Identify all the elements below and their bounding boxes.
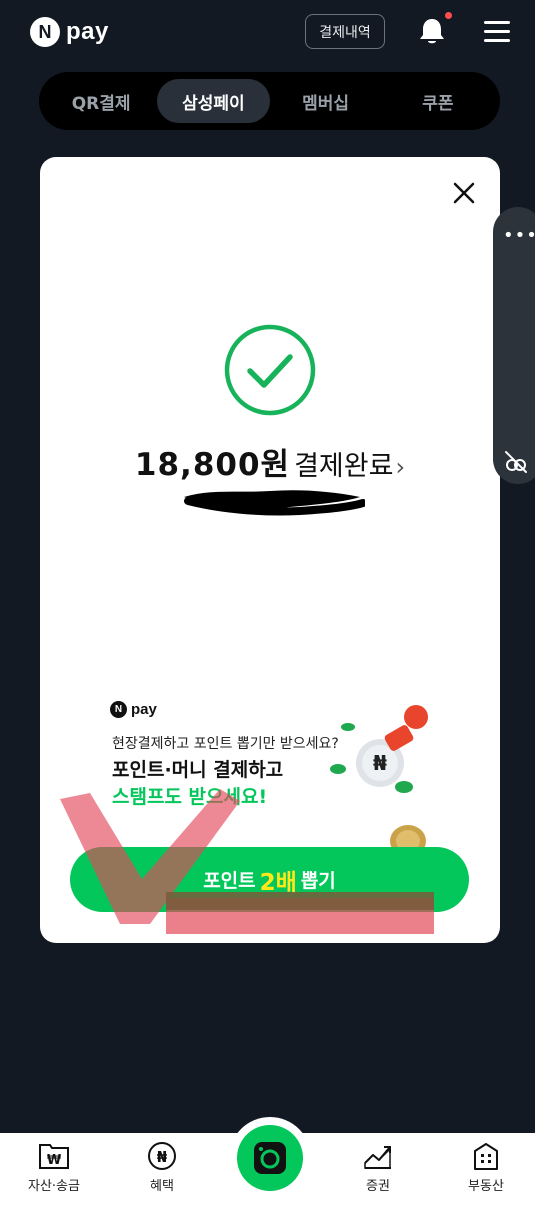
nav-benefits[interactable]: ₦ 혜택 xyxy=(122,1141,202,1194)
nav-label-real-estate: 부동산 xyxy=(468,1179,504,1194)
stock-chart-icon xyxy=(364,1146,391,1169)
check-circle-icon xyxy=(224,324,316,416)
hide-widget-icon[interactable] xyxy=(503,449,529,475)
floating-side-widget[interactable]: ••• xyxy=(493,207,535,484)
logo-n-mark: N xyxy=(30,17,60,47)
stamp-coins-illustration: ₦ xyxy=(330,705,428,857)
payment-amount: 18,800원 xyxy=(134,447,291,483)
tab-coupon[interactable]: 쿠폰 xyxy=(382,79,494,123)
hamburger-menu-icon[interactable] xyxy=(482,19,512,45)
camera-icon xyxy=(254,1142,286,1174)
nav-label-stocks: 증권 xyxy=(366,1179,390,1194)
camera-pay-button[interactable] xyxy=(237,1125,303,1191)
building-icon xyxy=(474,1143,498,1170)
benefit-coin-icon: ₦ xyxy=(148,1142,176,1170)
tab-samsung-pay[interactable]: 삼성페이 xyxy=(157,79,270,123)
payment-history-button[interactable]: 결제내역 xyxy=(305,14,385,49)
payment-tabs: QR결제 삼성페이 멤버십 쿠폰 xyxy=(39,72,500,130)
notification-dot xyxy=(445,12,452,19)
svg-text:₦: ₦ xyxy=(157,1148,168,1166)
nav-label-assets: 자산·송금 xyxy=(28,1179,80,1194)
payment-status: 결제완료 xyxy=(294,451,394,482)
more-dots-icon[interactable]: ••• xyxy=(503,225,535,246)
tab-qr-payment[interactable]: QR결제 xyxy=(45,79,157,123)
bell-icon[interactable] xyxy=(416,15,448,47)
tab-membership[interactable]: 멤버십 xyxy=(270,79,382,123)
logo-text: pay xyxy=(66,18,109,45)
wallet-icon: ₩ xyxy=(39,1144,69,1169)
svg-text:₦: ₦ xyxy=(373,751,387,775)
chevron-right-icon: › xyxy=(395,453,406,481)
nav-assets-transfer[interactable]: ₩ 자산·송금 xyxy=(14,1141,94,1194)
npay-logo[interactable]: N pay xyxy=(30,17,109,47)
promo-logo-text: pay xyxy=(131,701,157,718)
payment-summary[interactable]: 18,800원 결제완료› xyxy=(40,439,500,484)
nav-stocks[interactable]: 증권 xyxy=(338,1141,418,1194)
redaction-scribble xyxy=(184,490,365,516)
promo-logo-n: N xyxy=(110,701,127,718)
camera-button-wrap xyxy=(229,1117,311,1199)
svg-text:₩: ₩ xyxy=(47,1153,62,1168)
promo-subtitle: 현장결제하고 포인트 뽑기만 받으세요? xyxy=(112,736,339,752)
cta-suffix: 뽑기 xyxy=(300,870,336,892)
promo-title-line1: 포인트·머니 결제하고 xyxy=(112,759,284,781)
top-header: N pay 결제내역 xyxy=(0,0,535,64)
payment-complete-modal: 18,800원 결제완료› N pay 현장결제하고 포인트 뽑기만 받으세요? … xyxy=(40,157,500,943)
redaction-bar xyxy=(166,892,434,934)
nav-real-estate[interactable]: 부동산 xyxy=(446,1141,526,1194)
close-icon[interactable] xyxy=(448,177,480,209)
nav-label-benefits: 혜택 xyxy=(150,1179,174,1194)
promo-npay-logo: N pay xyxy=(110,701,157,718)
